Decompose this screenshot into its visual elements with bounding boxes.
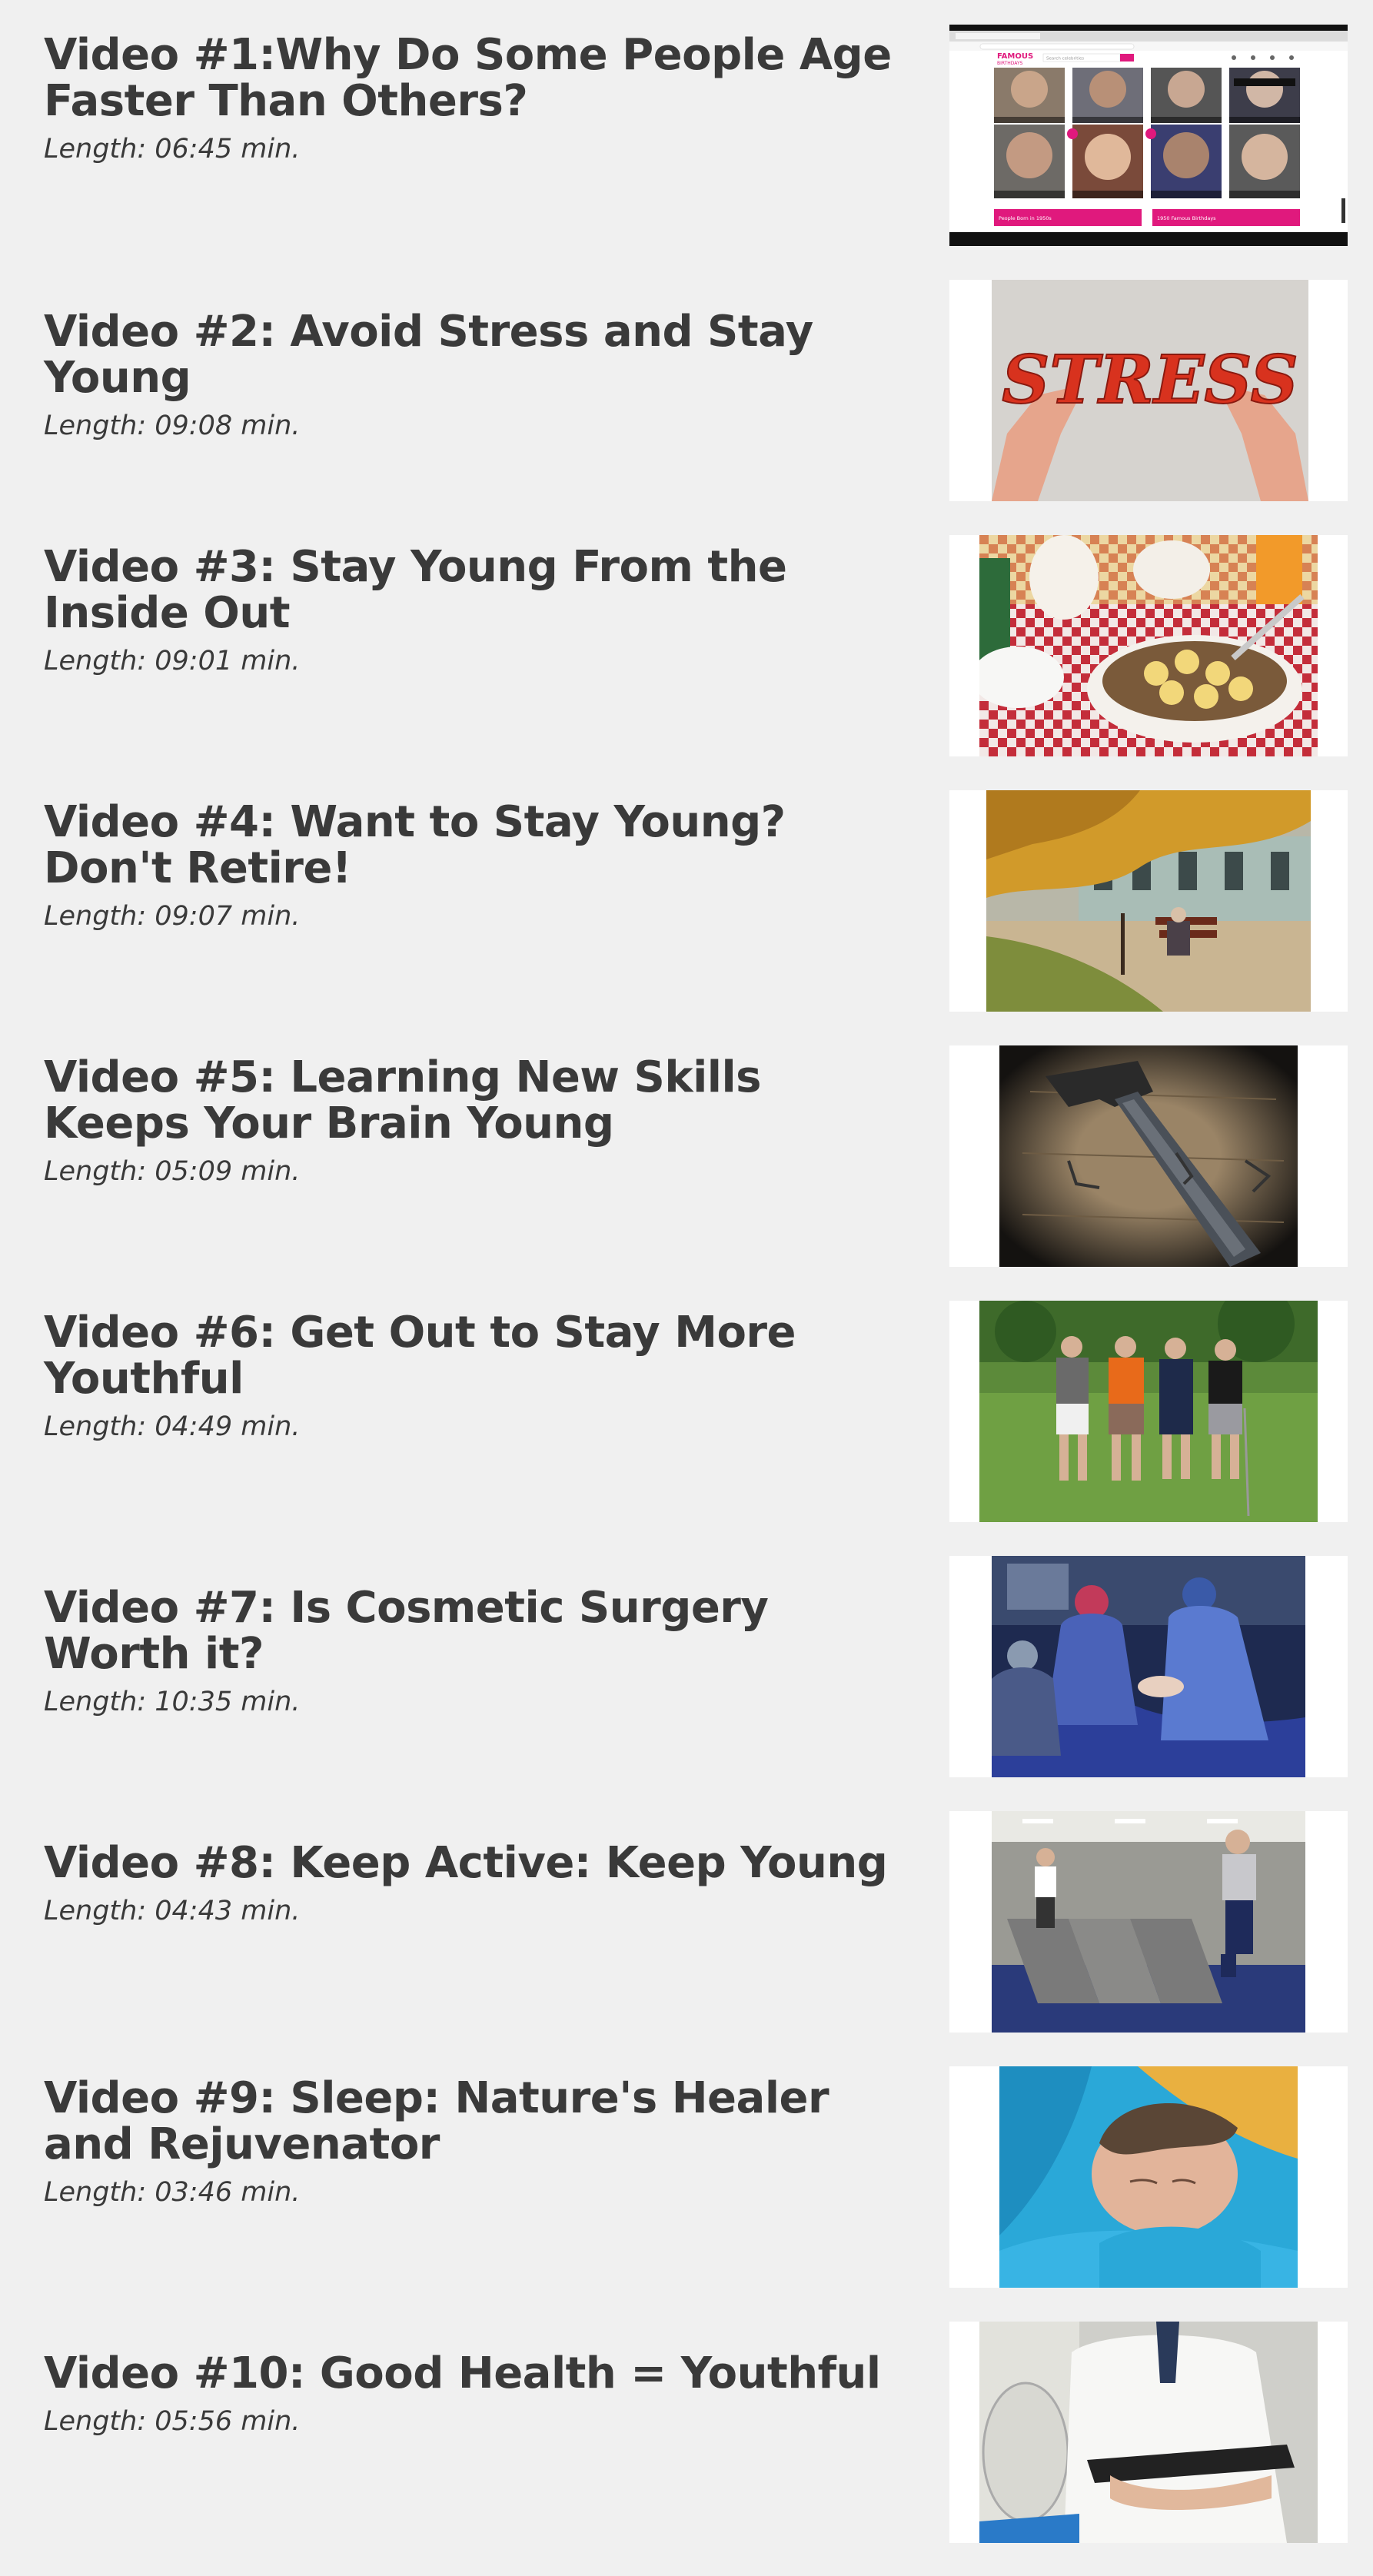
video-title[interactable]: Video #5: Learning New Skills Keeps Your…: [44, 1055, 905, 1147]
video-length: Length: 05:56 min.: [44, 2406, 301, 2437]
video-item-4[interactable]: Video #4: Want to Stay Young? Don't Reti…: [0, 790, 1373, 1013]
video-length: Length: 05:09 min.: [44, 1156, 301, 1187]
video-length: Length: 09:01 min.: [44, 646, 301, 676]
site-logo-sub: BIRTHDAYS: [997, 61, 1023, 66]
video-title[interactable]: Video #2: Avoid Stress and Stay Young: [44, 309, 905, 401]
video-thumbnail[interactable]: [949, 1045, 1348, 1267]
doctor-clipboard-image: [979, 2322, 1318, 2543]
video-thumbnail[interactable]: [949, 2322, 1348, 2543]
golfers-image: [979, 1301, 1318, 1522]
video-length: Length: 09:07 min.: [44, 901, 301, 932]
video-title[interactable]: Video #6: Get Out to Stay More Youthful: [44, 1310, 905, 1402]
site-logo: FAMOUS: [997, 52, 1033, 61]
video-thumbnail[interactable]: [949, 1556, 1348, 1777]
video-info: Video #3: Stay Young From the Inside Out…: [44, 544, 905, 678]
video-item-6[interactable]: Video #6: Get Out to Stay More Youthful …: [0, 1301, 1373, 1524]
site-button-label: 1950 Famous Birthdays: [1157, 215, 1216, 221]
gym-image: [992, 1811, 1305, 2033]
video-item-10[interactable]: Video #10: Good Health = Youthful Length…: [0, 2322, 1373, 2544]
video-length: Length: 03:46 min.: [44, 2177, 301, 2208]
video-item-2[interactable]: Video #2: Avoid Stress and Stay Young Le…: [0, 280, 1373, 503]
video-thumbnail[interactable]: [949, 790, 1348, 1012]
stress-word: STRESS: [1002, 341, 1298, 419]
video-length: Length: 10:35 min.: [44, 1687, 301, 1717]
stress-letters-image: STRESS: [992, 280, 1308, 501]
sleeping-man-image: [999, 2066, 1298, 2288]
video-item-3[interactable]: Video #3: Stay Young From the Inside Out…: [0, 535, 1373, 758]
video-title[interactable]: Video #4: Want to Stay Young? Don't Reti…: [44, 799, 905, 892]
video-length: Length: 04:43 min.: [44, 1896, 301, 1926]
video-thumbnail[interactable]: STRESS: [949, 280, 1348, 501]
video-thumbnail[interactable]: [949, 1811, 1348, 2033]
video-title[interactable]: Video #1:Why Do Some People Age Faster T…: [44, 32, 905, 125]
video-title[interactable]: Video #3: Stay Young From the Inside Out: [44, 544, 905, 637]
site-button-label: People Born in 1950s: [999, 215, 1052, 221]
video-item-9[interactable]: Video #9: Sleep: Nature's Healer and Rej…: [0, 2066, 1373, 2289]
cereal-bowl-image: [979, 535, 1318, 756]
video-info: Video #7: Is Cosmetic Surgery Worth it? …: [44, 1585, 905, 1719]
park-bench-image: [986, 790, 1311, 1012]
video-length: Length: 06:45 min.: [44, 134, 301, 165]
video-thumbnail[interactable]: FAMOUS BIRTHDAYS Search celebrities Peop…: [949, 25, 1348, 246]
video-title[interactable]: Video #10: Good Health = Youthful: [44, 2351, 905, 2397]
video-thumbnail[interactable]: [949, 2066, 1348, 2288]
video-info: Video #4: Want to Stay Young? Don't Reti…: [44, 799, 905, 933]
video-length: Length: 09:08 min.: [44, 410, 301, 441]
video-thumbnail[interactable]: [949, 1301, 1348, 1522]
video-info: Video #5: Learning New Skills Keeps Your…: [44, 1055, 905, 1188]
video-info: Video #6: Get Out to Stay More Youthful …: [44, 1310, 905, 1444]
video-title[interactable]: Video #8: Keep Active: Keep Young: [44, 1840, 905, 1886]
site-search: Search celebrities: [1046, 57, 1084, 61]
video-info: Video #9: Sleep: Nature's Healer and Rej…: [44, 2076, 905, 2209]
hammer-nails-image: [999, 1045, 1298, 1267]
video-length: Length: 04:49 min.: [44, 1411, 301, 1442]
video-item-5[interactable]: Video #5: Learning New Skills Keeps Your…: [0, 1045, 1373, 1268]
video-info: Video #8: Keep Active: Keep Young Length…: [44, 1840, 905, 1928]
video-thumbnail[interactable]: [949, 535, 1348, 756]
video-info: Video #2: Avoid Stress and Stay Young Le…: [44, 309, 905, 443]
website-screenshot-thumbnail: FAMOUS BIRTHDAYS Search celebrities Peop…: [949, 31, 1348, 232]
surgery-image: [992, 1556, 1305, 1777]
video-info: Video #1:Why Do Some People Age Faster T…: [44, 32, 905, 166]
video-title[interactable]: Video #7: Is Cosmetic Surgery Worth it?: [44, 1585, 905, 1677]
video-item-1[interactable]: Video #1:Why Do Some People Age Faster T…: [0, 25, 1373, 248]
video-item-7[interactable]: Video #7: Is Cosmetic Surgery Worth it? …: [0, 1556, 1373, 1779]
video-info: Video #10: Good Health = Youthful Length…: [44, 2351, 905, 2438]
video-title[interactable]: Video #9: Sleep: Nature's Healer and Rej…: [44, 2076, 905, 2168]
video-item-8[interactable]: Video #8: Keep Active: Keep Young Length…: [0, 1811, 1373, 2034]
